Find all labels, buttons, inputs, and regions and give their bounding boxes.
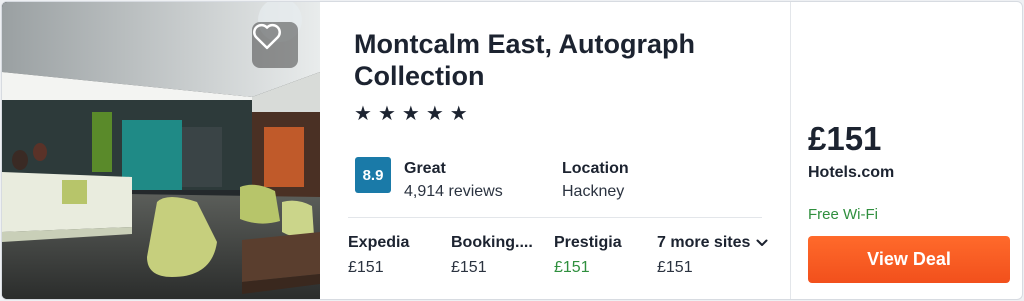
- star-icon: ★: [377, 101, 396, 125]
- more-sites-label: 7 more sites: [657, 234, 787, 252]
- hotel-info: Montcalm East, Autograph Collection ★ ★ ★ ★…: [320, 2, 790, 299]
- star-icon: ★: [449, 101, 468, 125]
- location-value: Hackney: [562, 183, 625, 200]
- star-icon: ★: [354, 101, 372, 125]
- deal-provider: Hotels.com: [808, 164, 895, 181]
- star-rating: ★ ★ ★ ★ ★: [354, 102, 468, 124]
- divider: [348, 217, 762, 218]
- site-price: £151: [348, 259, 384, 276]
- best-deal-panel: £151 Hotels.com Free Wi-Fi View Deal: [790, 2, 1022, 299]
- hotel-result-card: Montcalm East, Autograph Collection ★ ★ ★ ★…: [1, 1, 1023, 300]
- price-comparison-list: Expedia £151 Booking.... £151 Prestigia …: [348, 234, 788, 277]
- favorite-button[interactable]: [252, 22, 298, 68]
- site-offer-prestigia[interactable]: Prestigia £151: [554, 234, 657, 277]
- review-count[interactable]: 4,914 reviews: [404, 183, 503, 201]
- chevron-down-icon: [756, 239, 768, 246]
- site-name: Expedia: [348, 234, 410, 251]
- site-price: £151: [554, 259, 590, 276]
- deal-price: £151: [808, 120, 882, 157]
- view-deal-button[interactable]: View Deal: [808, 236, 1010, 283]
- site-name: Booking....: [451, 234, 533, 251]
- site-name: Prestigia: [554, 234, 622, 251]
- location-label: Location: [562, 160, 629, 177]
- star-icon: ★: [401, 101, 420, 125]
- hotel-name[interactable]: Montcalm East, Autograph Collection: [354, 28, 774, 92]
- hotel-photo[interactable]: [2, 2, 320, 299]
- heart-outline-icon: [253, 23, 281, 50]
- more-sites-dropdown[interactable]: 7 more sites £151: [657, 234, 787, 277]
- site-offer-booking[interactable]: Booking.... £151: [451, 234, 554, 277]
- rating-label: Great: [404, 160, 446, 177]
- site-price: £151: [451, 259, 487, 276]
- site-price: £151: [657, 259, 693, 276]
- site-offer-expedia[interactable]: Expedia £151: [348, 234, 451, 277]
- star-icon: ★: [425, 101, 444, 125]
- amenity-free-wifi: Free Wi-Fi: [808, 206, 878, 223]
- more-sites-text: 7 more sites: [657, 234, 751, 251]
- rating-score-badge: 8.9: [355, 157, 391, 193]
